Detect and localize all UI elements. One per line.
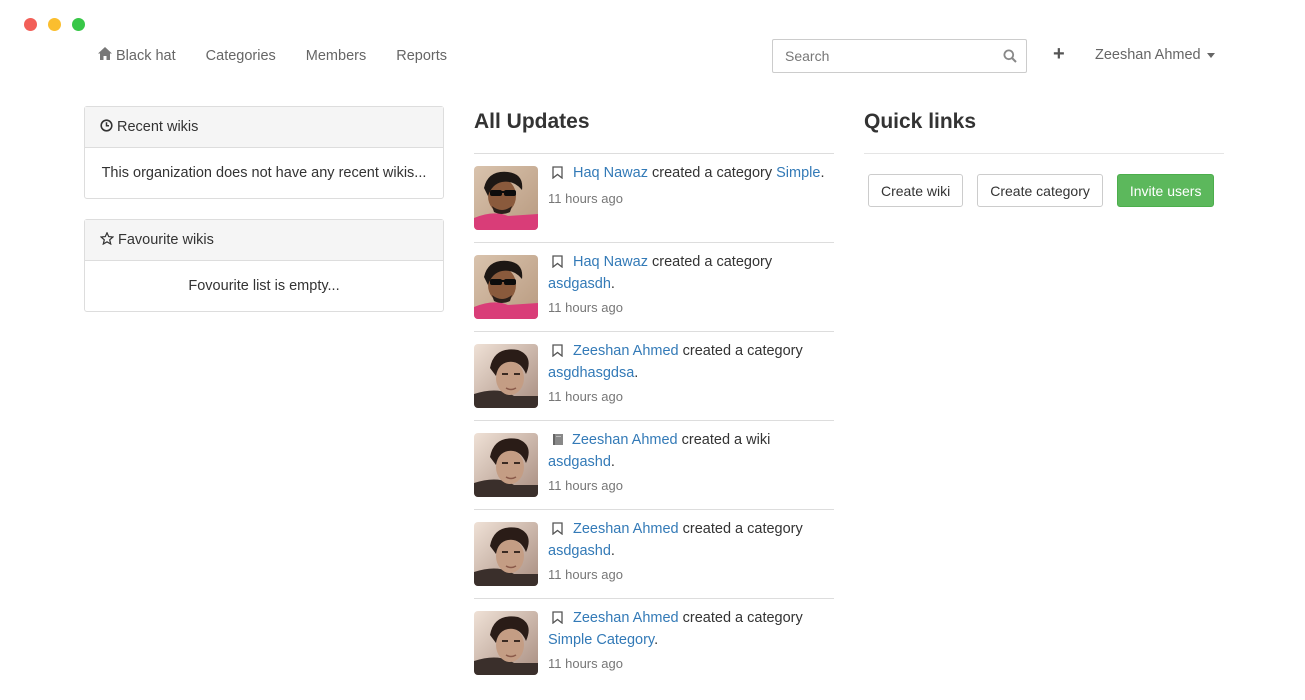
avatar[interactable]	[474, 166, 538, 230]
feed-item: Haq Nawaz created a category asdgasdh. 1…	[474, 243, 834, 332]
all-updates-section: All Updates Haq Nawaz created a category…	[474, 110, 834, 688]
favourite-wikis-panel: Favourite wikis Fovourite list is empty.…	[84, 219, 444, 312]
home-icon	[98, 47, 112, 64]
bookmark-icon	[552, 610, 563, 630]
feed-text: Zeeshan Ahmed created a wiki asdgashd. 1…	[548, 430, 834, 496]
feed-time: 11 hours ago	[548, 567, 623, 582]
feed-item: Zeeshan Ahmed created a category Simple …	[474, 599, 834, 688]
feed-target-link[interactable]: asdgashd	[548, 543, 611, 559]
feed-action: created a category	[651, 165, 773, 181]
feed-time: 11 hours ago	[548, 300, 623, 315]
avatar[interactable]	[474, 522, 538, 586]
feed-action: created a category	[651, 254, 773, 270]
caret-down-icon	[1206, 52, 1215, 58]
user-name: Zeeshan Ahmed	[1095, 47, 1201, 63]
favourite-wikis-header: Favourite wikis	[85, 220, 443, 261]
feed-text: Haq Nawaz created a category Simple. 11 …	[548, 163, 834, 209]
close-window-button[interactable]	[24, 18, 37, 31]
quick-links-title: Quick links	[864, 110, 977, 133]
all-updates-title: All Updates	[474, 110, 590, 133]
feed-user-link[interactable]: Haq Nawaz	[573, 254, 648, 270]
recent-wikis-empty: This organization does not have any rece…	[101, 165, 427, 181]
feed-item: Zeeshan Ahmed created a category asdgash…	[474, 510, 834, 599]
feed-target-link[interactable]: Simple	[776, 165, 820, 181]
feed-target-link[interactable]: Simple Category	[548, 632, 654, 648]
feed-text: Zeeshan Ahmed created a category asdgash…	[548, 519, 834, 585]
quick-links-section: Quick links Create wiki Create category …	[864, 110, 1224, 207]
search-input[interactable]	[773, 40, 993, 72]
search-box	[772, 39, 1027, 73]
bookmark-icon	[552, 521, 563, 541]
recent-wikis-title: Recent wikis	[117, 119, 199, 135]
feed-target-link[interactable]: asdgasdh	[548, 276, 611, 292]
feed-user-link[interactable]: Zeeshan Ahmed	[572, 432, 678, 448]
feed-user-link[interactable]: Haq Nawaz	[573, 165, 648, 181]
avatar[interactable]	[474, 611, 538, 675]
bookmark-icon	[552, 343, 563, 363]
recent-wikis-header: Recent wikis	[85, 107, 443, 148]
avatar[interactable]	[474, 344, 538, 408]
bookmark-icon	[552, 254, 563, 274]
feed-time: 11 hours ago	[548, 389, 623, 404]
feed-item: Haq Nawaz created a category Simple. 11 …	[474, 154, 834, 243]
book-icon	[552, 432, 564, 452]
avatar[interactable]	[474, 255, 538, 319]
user-menu[interactable]: Zeeshan Ahmed	[1095, 47, 1215, 63]
clock-icon	[100, 118, 113, 136]
recent-wikis-panel: Recent wikis This organization does not …	[84, 106, 444, 199]
create-category-button[interactable]: Create category	[977, 174, 1103, 207]
feed-user-link[interactable]: Zeeshan Ahmed	[573, 521, 679, 537]
plus-icon[interactable]: +	[1053, 44, 1065, 64]
quick-links-divider	[864, 153, 1224, 154]
quick-links-buttons: Create wiki Create category Invite users	[864, 174, 1224, 207]
window-controls	[24, 18, 85, 31]
nav-links: Black hat Categories Members Reports	[98, 47, 447, 64]
feed-action: created a category	[682, 521, 803, 537]
feed-time: 11 hours ago	[548, 656, 623, 671]
top-navbar: Black hat Categories Members Reports + Z…	[0, 38, 1305, 76]
star-icon	[99, 230, 115, 249]
favourite-wikis-empty: Fovourite list is empty...	[188, 278, 340, 294]
feed-text: Haq Nawaz created a category asdgasdh. 1…	[548, 252, 834, 318]
minimize-window-button[interactable]	[48, 18, 61, 31]
feed-target-link[interactable]: asdgashd	[548, 454, 611, 470]
bookmark-icon	[552, 165, 563, 185]
feed-item: Zeeshan Ahmed created a category asgdhas…	[474, 332, 834, 421]
nav-link-members[interactable]: Members	[306, 47, 366, 64]
search-icon[interactable]	[1003, 49, 1017, 66]
feed-action: created a category	[682, 610, 803, 626]
feed-time: 11 hours ago	[548, 191, 623, 206]
invite-users-button[interactable]: Invite users	[1116, 174, 1215, 207]
nav-brand-label: Black hat	[116, 47, 176, 64]
feed-action: created a category	[682, 343, 803, 359]
favourite-wikis-title: Favourite wikis	[118, 232, 214, 248]
feed-text: Zeeshan Ahmed created a category asgdhas…	[548, 341, 834, 407]
feed-time: 11 hours ago	[548, 478, 623, 493]
feed-target-link[interactable]: asgdhasgdsa	[548, 365, 634, 381]
nav-brand-link[interactable]: Black hat	[98, 47, 176, 64]
feed-user-link[interactable]: Zeeshan Ahmed	[573, 343, 679, 359]
maximize-window-button[interactable]	[72, 18, 85, 31]
nav-link-reports[interactable]: Reports	[396, 47, 447, 64]
avatar[interactable]	[474, 433, 538, 497]
feed-text: Zeeshan Ahmed created a category Simple …	[548, 608, 834, 674]
updates-feed: Haq Nawaz created a category Simple. 11 …	[474, 153, 834, 688]
nav-link-categories[interactable]: Categories	[206, 47, 276, 64]
feed-item: Zeeshan Ahmed created a wiki asdgashd. 1…	[474, 421, 834, 510]
create-wiki-button[interactable]: Create wiki	[868, 174, 964, 207]
feed-user-link[interactable]: Zeeshan Ahmed	[573, 610, 679, 626]
feed-action: created a wiki	[681, 432, 771, 448]
